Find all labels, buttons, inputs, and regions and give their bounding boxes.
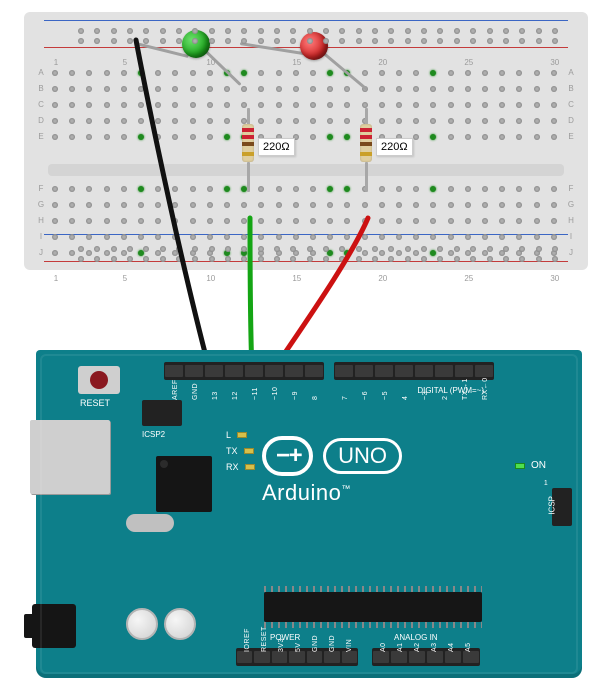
pin-label-digital: 8 (312, 396, 319, 400)
led-RX-label: RX (226, 462, 239, 472)
reset-button[interactable] (78, 366, 120, 394)
led-green (182, 30, 210, 58)
pin-label-digital: ~9 (292, 391, 299, 400)
led-ON-label: ON (531, 460, 546, 471)
pin-label-analog: A1 (397, 642, 404, 652)
icsp-one-label: 1 (544, 480, 548, 487)
icsp2-header[interactable] (142, 400, 182, 426)
header-digital-left[interactable] (164, 362, 324, 380)
pin-label-digital: ~5 (382, 391, 389, 400)
icsp-header[interactable] (552, 488, 572, 526)
power-section-label: POWER (270, 633, 300, 642)
resistor-1 (242, 124, 254, 162)
pin-label-power: VIN (346, 639, 353, 652)
atmega328p-chip (264, 592, 482, 622)
led-ON-icon (515, 463, 525, 469)
pin-label-analog: A2 (414, 642, 421, 652)
led-TX-label: TX (226, 446, 238, 456)
pin-label-digital: ~3 (422, 391, 429, 400)
pin-label-digital: ~11 (252, 387, 259, 400)
pin-label-analog: A4 (448, 642, 455, 652)
infinity-icon: − + (262, 436, 313, 476)
analog-section-label: ANALOG IN (394, 633, 438, 642)
icsp-label: ICSP (548, 496, 557, 515)
usb-port[interactable] (30, 420, 110, 494)
pin-label-digital: TX→1 (462, 378, 469, 400)
pin-label-power: 3V3 (278, 638, 285, 652)
pin-label-digital: 2 (442, 396, 449, 400)
pin-label-digital: RX←0 (482, 377, 489, 400)
pin-label-power: GND (329, 635, 336, 652)
pin-label-digital: 12 (232, 391, 239, 400)
arduino-uno-board: AREF GND 13 12 ~11 ~10 ~9 8 7 ~6 ~5 4 ~3 2 TX→1 RX←0 DI… (36, 350, 582, 678)
led-RX-icon (245, 464, 255, 470)
capacitor-2 (164, 608, 196, 640)
pin-label-analog: A3 (431, 642, 438, 652)
pin-label-digital: ~10 (272, 387, 279, 400)
pin-label-power: 5V (295, 642, 302, 652)
resistor-2 (360, 124, 372, 162)
pin-label-power: IOREF (244, 628, 251, 652)
pin-label-digital: 4 (402, 396, 409, 400)
header-power[interactable] (236, 648, 358, 666)
power-jack[interactable] (32, 604, 76, 648)
on-led: ON (515, 460, 546, 471)
led-L-label: L (226, 430, 231, 440)
reset-label: RESET (80, 398, 110, 408)
breadboard: AABBCCDDEE FFGGHHIIJJ 220Ω 220Ω 11551010… (24, 12, 588, 270)
atmega16u2-chip (156, 456, 212, 512)
pin-label-digital: AREF (172, 379, 179, 400)
breadboard-strip-upper: AABBCCDDEE (52, 68, 560, 154)
pin-label-analog: A0 (380, 642, 387, 652)
resistor-1-lead-bot (247, 162, 250, 192)
pin-label-power: RESET (261, 626, 268, 652)
digital-section-label: DIGITAL (PWM=~) (417, 386, 484, 395)
uno-badge: UNO (323, 438, 402, 474)
led-L-icon (237, 432, 247, 438)
pin-label-digital: GND (192, 383, 199, 400)
resistor-1-label: 220Ω (258, 138, 295, 156)
pin-label-power: GND (312, 635, 319, 652)
icsp2-label: ICSP2 (142, 430, 165, 439)
led-red (300, 32, 328, 60)
resistor-2-label: 220Ω (376, 138, 413, 156)
crystal-oscillator (126, 514, 174, 532)
breadboard-trough (48, 164, 564, 176)
header-analog[interactable] (372, 648, 480, 666)
resistor-2-lead-bot (365, 162, 368, 192)
pin-label-digital: 13 (212, 391, 219, 400)
led-TX-icon (244, 448, 254, 454)
arduino-logo: − + UNO Arduino™ (262, 436, 402, 506)
capacitor-1 (126, 608, 158, 640)
brand-text: Arduino (262, 480, 341, 505)
pin-label-digital: ~6 (362, 391, 369, 400)
pin-label-analog: A5 (465, 642, 472, 652)
header-digital-right[interactable] (334, 362, 494, 380)
pin-label-digital: 7 (342, 396, 349, 400)
status-leds: L TX RX (226, 430, 255, 478)
